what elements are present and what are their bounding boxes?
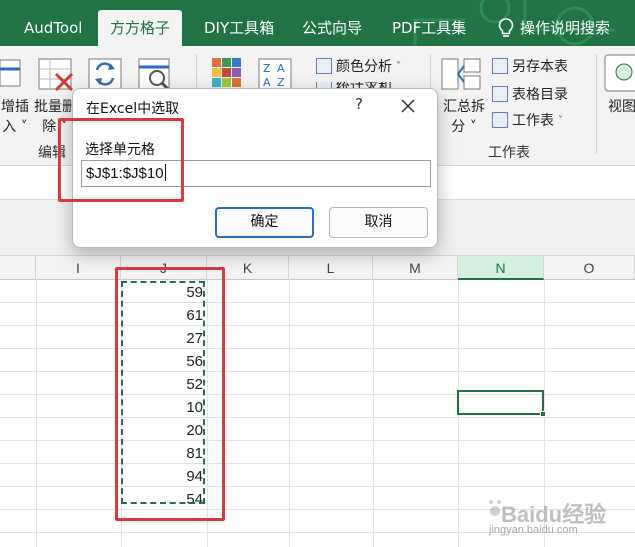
column-header-h[interactable] [0,256,36,280]
column-header-l[interactable]: L [289,256,373,280]
tab-help-search[interactable]: 操作说明搜索 [488,10,620,46]
summary-split-icon [441,58,481,90]
dialog-title: 在Excel中选取 [86,101,180,117]
active-cell-cursor[interactable] [457,390,546,417]
chevron-down-icon: ˅ [396,60,401,72]
row-line [0,371,635,372]
tab-pdf-tools[interactable]: PDF工具集 [382,10,476,46]
insert-icon [0,59,21,87]
worksheet-icon [492,112,508,128]
view-icon [604,54,635,92]
row-line [0,302,635,303]
lightbulb-icon [498,18,514,37]
tab-diy-toolbox[interactable]: DIY工具箱 [194,10,284,46]
row-line [0,486,635,487]
row-line [0,417,635,418]
row-line [0,348,635,349]
worksheet-label: 工作表 [512,113,554,129]
column-line [373,280,374,547]
fill-handle[interactable] [540,411,546,417]
column-line [36,280,37,547]
watermark-url: jingyan.baidu.com [489,524,578,536]
worksheet-button[interactable]: 工作表 ˅ [492,110,563,130]
save-as-icon [492,58,508,74]
sheet-directory-button[interactable]: 表格目录 [492,84,568,104]
insert-button[interactable]: 增插 入 ˅ [0,96,30,136]
dialog-help-button[interactable]: ? [349,95,369,113]
close-icon[interactable] [399,97,417,115]
sheet-directory-label: 表格目录 [512,87,568,103]
column-header-o[interactable]: O [544,256,635,280]
svg-text:Z: Z [263,62,271,75]
tab-audtool[interactable]: AudTool [14,10,92,46]
row-line [0,325,635,326]
insert-label: 增插 [1,99,29,115]
sort-az-icon: Z A A Z [258,58,292,91]
color-analysis-button[interactable]: 颜色分析 ˅ [316,56,401,76]
save-as-book-button[interactable]: 另存本表 [492,56,568,76]
annotation-box-range-field [58,118,184,202]
ribbon-separator [596,54,597,154]
search-table-icon [138,58,171,92]
tab-fangfang[interactable]: 方方格子 [98,10,182,46]
color-analysis-icon [316,58,332,74]
ok-button[interactable]: 确定 [215,207,314,238]
row-line [0,440,635,441]
batch-delete-label: 批量删 [34,99,76,115]
ribbon-tab-bar: AudTool 方方格子 DIY工具箱 公式向导 PDF工具集 操作说明搜索 [0,0,635,46]
help-search-label: 操作说明搜索 [520,19,611,37]
column-line [289,280,290,547]
refresh-table-icon [88,58,122,90]
insert-sub: 入 ˅ [2,119,28,135]
column-header-n[interactable]: N [458,256,544,280]
save-as-book-label: 另存本表 [512,59,568,75]
summary-split-button[interactable]: 汇总拆 分 ˅ [440,96,488,136]
summary-split-label: 汇总拆 [443,99,485,115]
color-grid-icon [212,58,241,87]
baidu-paw-logo [489,500,501,516]
worksheet-group-label: 工作表 [488,145,530,161]
cancel-button[interactable]: 取消 [329,207,428,238]
row-line [0,463,635,464]
color-analysis-label: 颜色分析 [336,59,392,75]
batch-delete-icon [38,58,74,92]
view-button[interactable]: 视图 [608,96,635,116]
svg-text:A: A [277,62,285,75]
chevron-down-icon: ˅ [558,114,563,126]
sheet-directory-icon [492,86,508,102]
annotation-box-column-j [115,267,225,521]
column-header-m[interactable]: M [373,256,458,280]
summary-split-sub: 分 ˅ [451,119,477,135]
column-header-i[interactable]: I [36,256,121,280]
tab-formula-wizard[interactable]: 公式向导 [292,10,372,46]
